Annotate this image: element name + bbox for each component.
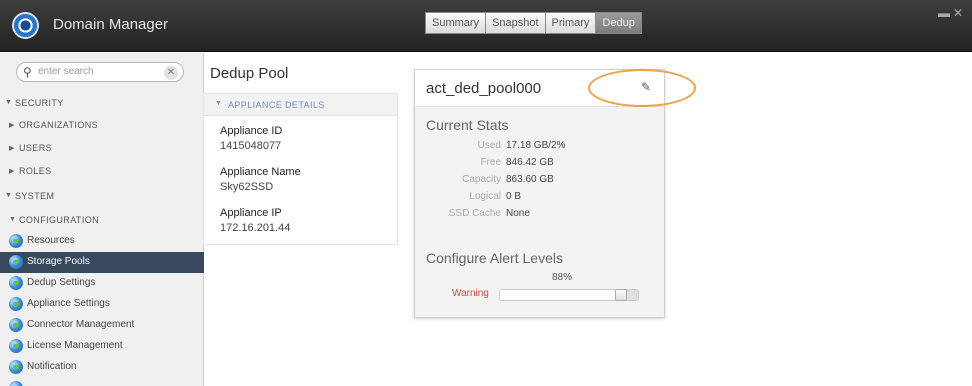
sidebar-item-partial[interactable] [0,378,204,386]
stat-used-label: Used [477,140,501,151]
stat-capacity-label: Capacity [462,174,501,185]
nav-item-users[interactable]: ▶ USERS [0,138,204,160]
view-tabs: Summary Snapshot Primary Dedup [425,12,642,34]
caret-down-icon: ▼ [5,192,13,199]
nav-section-configuration[interactable]: ▼ CONFIGURATION [0,210,204,232]
app-title: Domain Manager [53,16,169,33]
nav-item-roles[interactable]: ▶ ROLES [0,161,204,183]
current-stats-title: Current Stats [426,117,509,133]
settings-node-icon [9,318,23,332]
sidebar-item-connector-management[interactable]: Connector Management [0,315,204,336]
stat-used-value: 17.18 GB/2% [506,140,566,151]
warning-slider-handle[interactable] [615,289,627,301]
settings-node-icon [9,360,23,374]
sidebar-item-license-management[interactable]: License Management [0,336,204,357]
nav-section-label: SYSTEM [15,191,55,201]
annotation-highlight-ellipse [588,69,696,107]
appliance-id-label: Appliance ID [220,125,283,137]
stat-capacity-value: 863.60 GB [506,174,554,185]
sidebar-item-label: Appliance Settings [27,298,110,309]
settings-node-icon [9,255,23,269]
settings-node-icon [9,297,23,311]
search-input[interactable]: ⚲ enter search ✕ [16,62,184,82]
sidebar-item-appliance-settings[interactable]: Appliance Settings [0,294,204,315]
caret-down-icon: ▼ [5,99,13,106]
settings-node-icon [9,234,23,248]
appliance-name-label: Appliance Name [220,166,301,178]
settings-node-icon [9,381,23,386]
stat-ssd-cache-value: None [506,208,530,219]
nav-section-label: CONFIGURATION [19,215,100,225]
warning-slider-fill [500,290,621,300]
nav-section-security[interactable]: ▼ SECURITY [0,93,204,115]
search-icon: ⚲ [23,65,32,79]
nav-section-system[interactable]: ▼ SYSTEM [0,186,204,208]
warning-slider[interactable] [499,289,639,301]
caret-down-icon: ▼ [215,100,223,107]
page-title: Dedup Pool [210,65,289,82]
clear-icon[interactable]: ✕ [164,66,178,80]
sidebar-item-label: License Management [27,340,123,351]
window-controls-icon[interactable]: ▬✕ [938,6,966,20]
warning-percent: 88% [552,272,573,283]
sidebar-item-storage-pools[interactable]: Storage Pools [0,252,204,273]
sidebar-item-label: Connector Management [27,319,135,330]
sidebar-item-resources[interactable]: Resources [0,231,204,252]
nav-item-label: USERS [19,143,53,153]
nav-item-label: ORGANIZATIONS [19,120,99,130]
appliance-id-value: 1415048077 [220,140,282,152]
nav-section-label: SECURITY [15,98,64,108]
appliance-ip-label: Appliance IP [220,207,282,219]
appliance-name-value: Sky62SSD [220,181,274,193]
tab-primary[interactable]: Primary [544,12,596,34]
app-logo-icon [12,12,39,39]
sidebar-item-dedup-settings[interactable]: Dedup Settings [0,273,204,294]
sidebar-item-label: Notification [27,361,77,372]
settings-node-icon [9,276,23,290]
sidebar-item-notification[interactable]: Notification [0,357,204,378]
appliance-ip-value: 172.16.201.44 [220,222,291,234]
app-window: Domain Manager Summary Snapshot Primary … [0,0,972,386]
appliance-details-panel: ▼ APPLIANCE DETAILS Appliance ID 1415048… [203,93,398,245]
nav-item-organizations[interactable]: ▶ ORGANIZATIONS [0,115,204,137]
sidebar-item-label: Storage Pools [27,256,90,267]
warning-label: Warning [452,288,489,299]
caret-right-icon: ▶ [9,145,15,152]
nav-item-label: ROLES [19,166,52,176]
stat-free-label: Free [480,157,501,168]
sidebar-item-label: Resources [27,235,75,246]
caret-down-icon: ▼ [9,216,17,223]
stat-logical-label: Logical [469,191,501,202]
stat-free-value: 846.42 GB [506,157,554,168]
tab-snapshot[interactable]: Snapshot [485,12,545,34]
caret-right-icon: ▶ [9,168,15,175]
search-placeholder: enter search [38,66,94,77]
sidebar-item-label: Dedup Settings [27,277,96,288]
appliance-details-header[interactable]: ▼ APPLIANCE DETAILS [204,94,397,116]
stat-logical-value: 0 B [506,191,522,202]
appliance-details-title: APPLIANCE DETAILS [228,100,325,110]
caret-right-icon: ▶ [9,122,15,129]
pool-name: act_ded_pool000 [426,80,542,97]
tab-dedup[interactable]: Dedup [595,12,642,34]
sidebar: ⚲ enter search ✕ ▼ SECURITY ▶ ORGANIZATI… [0,53,204,386]
top-bar: Domain Manager Summary Snapshot Primary … [0,0,972,52]
stat-ssd-cache-label: SSD Cache [448,208,501,219]
tab-summary[interactable]: Summary [425,12,486,34]
alert-levels-title: Configure Alert Levels [426,250,563,266]
settings-node-icon [9,339,23,353]
